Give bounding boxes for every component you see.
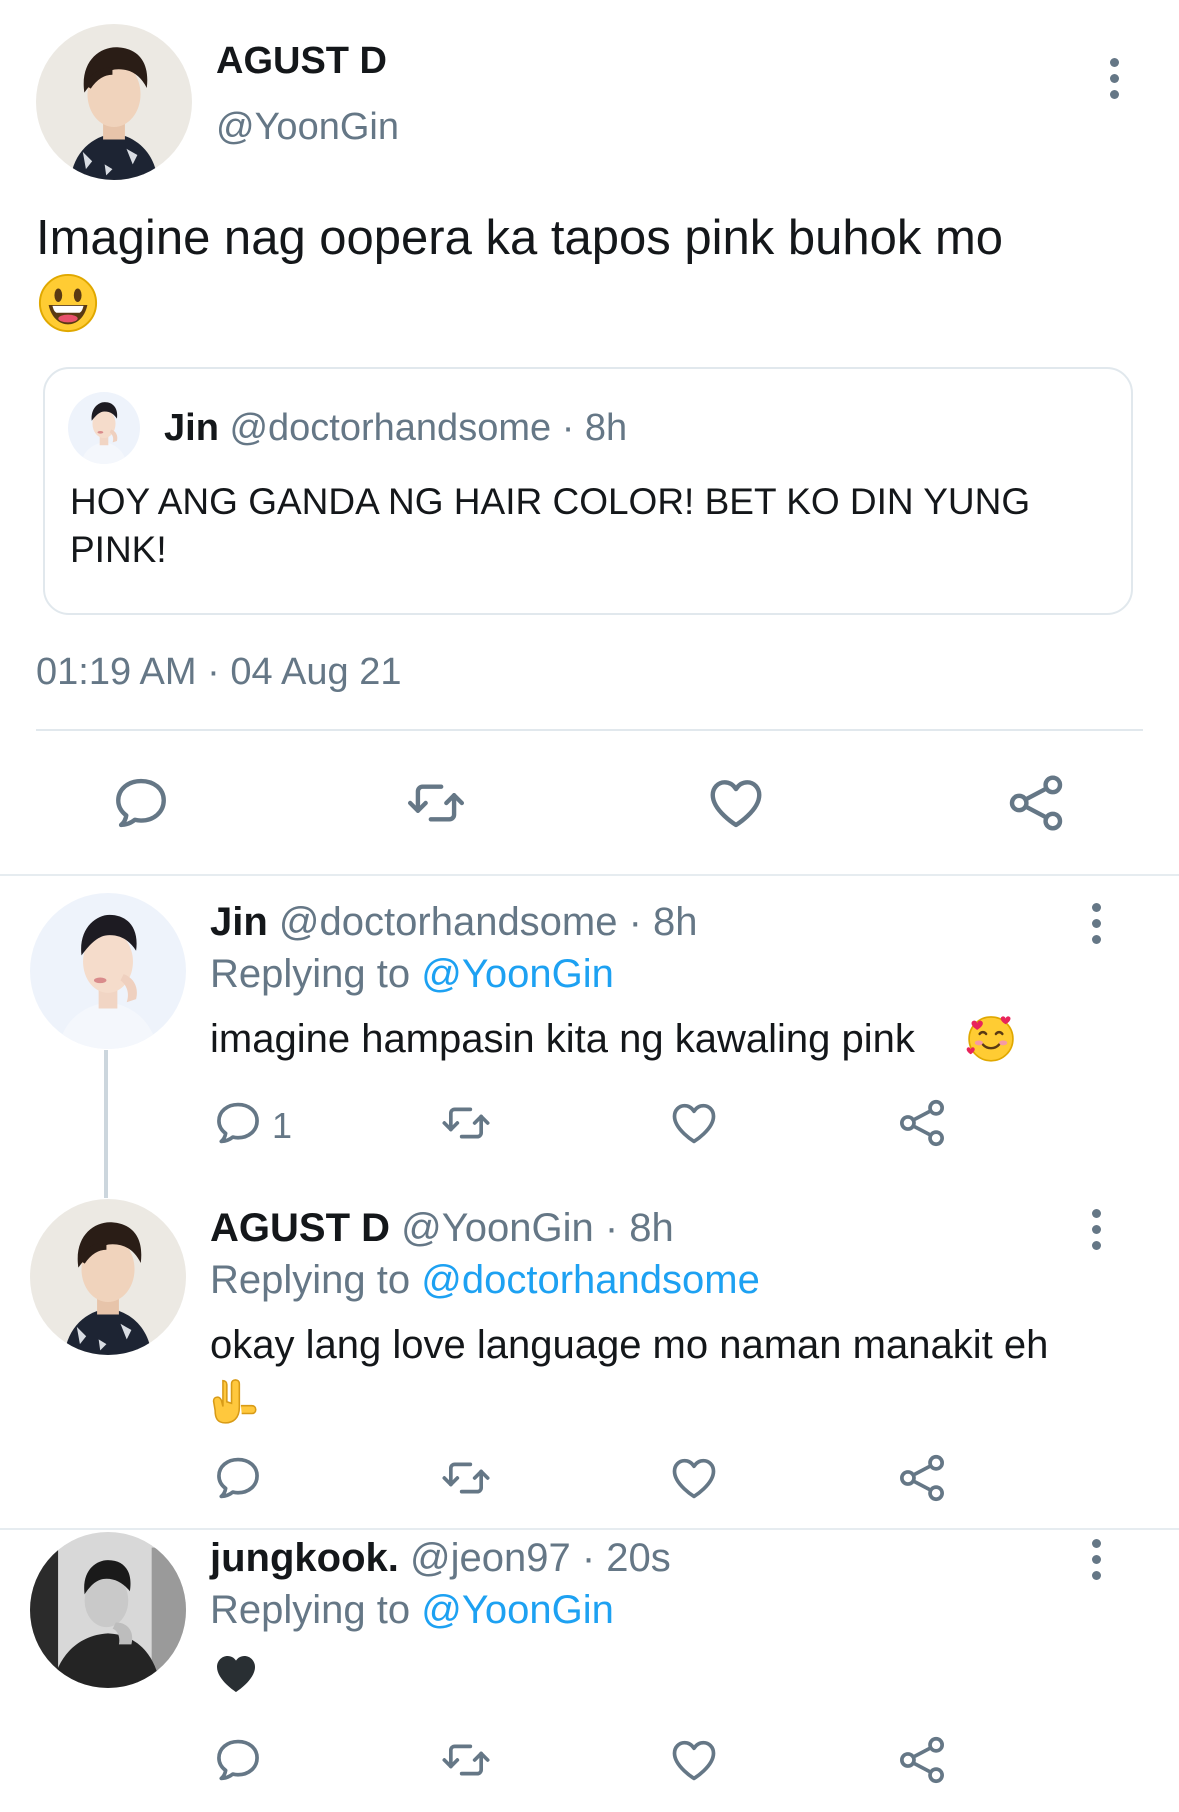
black-heart-emoji-icon [212, 1650, 260, 1698]
like-icon[interactable] [668, 1734, 720, 1786]
reply-icon[interactable] [212, 1452, 264, 1504]
reply-time: · 8h [628, 900, 698, 944]
smiling-face-with-hearts-emoji-icon [965, 1012, 1017, 1064]
retweet-icon[interactable] [440, 1097, 492, 1149]
reply-icon[interactable] [212, 1734, 264, 1786]
author-avatar[interactable] [36, 24, 192, 180]
reply-display-name[interactable]: jungkook. [210, 1536, 399, 1580]
tweet-text: Imagine nag oopera ka tapos pink buhok m… [36, 211, 1004, 265]
replying-to: Replying to @YoonGin [210, 950, 614, 998]
replying-to-link[interactable]: @YoonGin [421, 952, 614, 996]
quoted-display-name: Jin [164, 407, 219, 449]
reply-handle[interactable]: @doctorhandsome [279, 900, 618, 944]
reply-handle[interactable]: @jeon97 [410, 1536, 571, 1580]
quoted-author-avatar [68, 392, 140, 464]
section-divider [0, 1528, 1179, 1530]
avatar-image [30, 893, 186, 1049]
like-icon[interactable] [705, 772, 767, 834]
reply-icon[interactable] [110, 772, 172, 834]
reply-avatar[interactable] [30, 893, 186, 1049]
replying-to-prefix: Replying to [210, 1588, 411, 1632]
more-options-icon[interactable] [1110, 58, 1122, 106]
reply-time: · 8h [604, 1206, 674, 1250]
quoted-handle: @doctorhandsome [229, 407, 552, 449]
quoted-header: Jin @doctorhandsome · 8h [164, 405, 627, 451]
retweet-icon[interactable] [440, 1734, 492, 1786]
reply-count: 1 [272, 1105, 293, 1146]
reply-handle[interactable]: @YoonGin [401, 1206, 594, 1250]
share-icon[interactable] [896, 1097, 948, 1149]
quoted-time: · 8h [561, 407, 628, 449]
retweet-icon[interactable] [405, 772, 467, 834]
author-handle[interactable]: @YoonGin [216, 104, 399, 150]
reply-avatar[interactable] [30, 1199, 186, 1355]
reply-header: Jin @doctorhandsome · 8h [210, 898, 698, 946]
more-options-icon[interactable] [1092, 903, 1104, 951]
love-you-gesture-emoji-icon [212, 1376, 262, 1426]
reply-header: jungkook. @jeon97 · 20s [210, 1534, 671, 1582]
avatar-image [36, 24, 192, 180]
thread-line [104, 1050, 108, 1198]
reply-icon[interactable] [212, 1097, 264, 1149]
reply-text: okay lang love language mo naman manakit… [210, 1323, 1049, 1367]
section-divider [0, 874, 1179, 876]
retweet-icon[interactable] [440, 1452, 492, 1504]
quoted-text: HOY ANG GANDA NG HAIR COLOR! BET KO DIN … [70, 481, 1031, 570]
share-icon[interactable] [1005, 772, 1067, 834]
replying-to-prefix: Replying to [210, 952, 411, 996]
tweet-timestamp: 01:19 AM · 04 Aug 21 [36, 651, 402, 693]
more-options-icon[interactable] [1092, 1539, 1104, 1587]
like-icon[interactable] [668, 1097, 720, 1149]
divider [36, 729, 1143, 731]
avatar-image [30, 1532, 186, 1688]
share-icon[interactable] [896, 1452, 948, 1504]
more-options-icon[interactable] [1092, 1209, 1104, 1257]
share-icon[interactable] [896, 1734, 948, 1786]
replying-to: Replying to @doctorhandsome [210, 1256, 760, 1304]
avatar-image [30, 1199, 186, 1355]
author-display-name[interactable]: AGUST D [216, 38, 387, 84]
reply-header: AGUST D @YoonGin · 8h [210, 1204, 674, 1252]
reply-display-name[interactable]: AGUST D [210, 1206, 390, 1250]
like-icon[interactable] [668, 1452, 720, 1504]
reply-time: · 20s [581, 1536, 671, 1580]
replying-to-link[interactable]: @doctorhandsome [421, 1258, 760, 1302]
reply-display-name[interactable]: Jin [210, 900, 268, 944]
grinning-face-emoji-icon [37, 272, 99, 334]
replying-to: Replying to @YoonGin [210, 1586, 614, 1634]
reply-text: imagine hampasin kita ng kawaling pink [210, 1017, 915, 1061]
replying-to-prefix: Replying to [210, 1258, 411, 1302]
replying-to-link[interactable]: @YoonGin [421, 1588, 614, 1632]
reply-avatar[interactable] [30, 1532, 186, 1688]
avatar-image [68, 392, 140, 464]
